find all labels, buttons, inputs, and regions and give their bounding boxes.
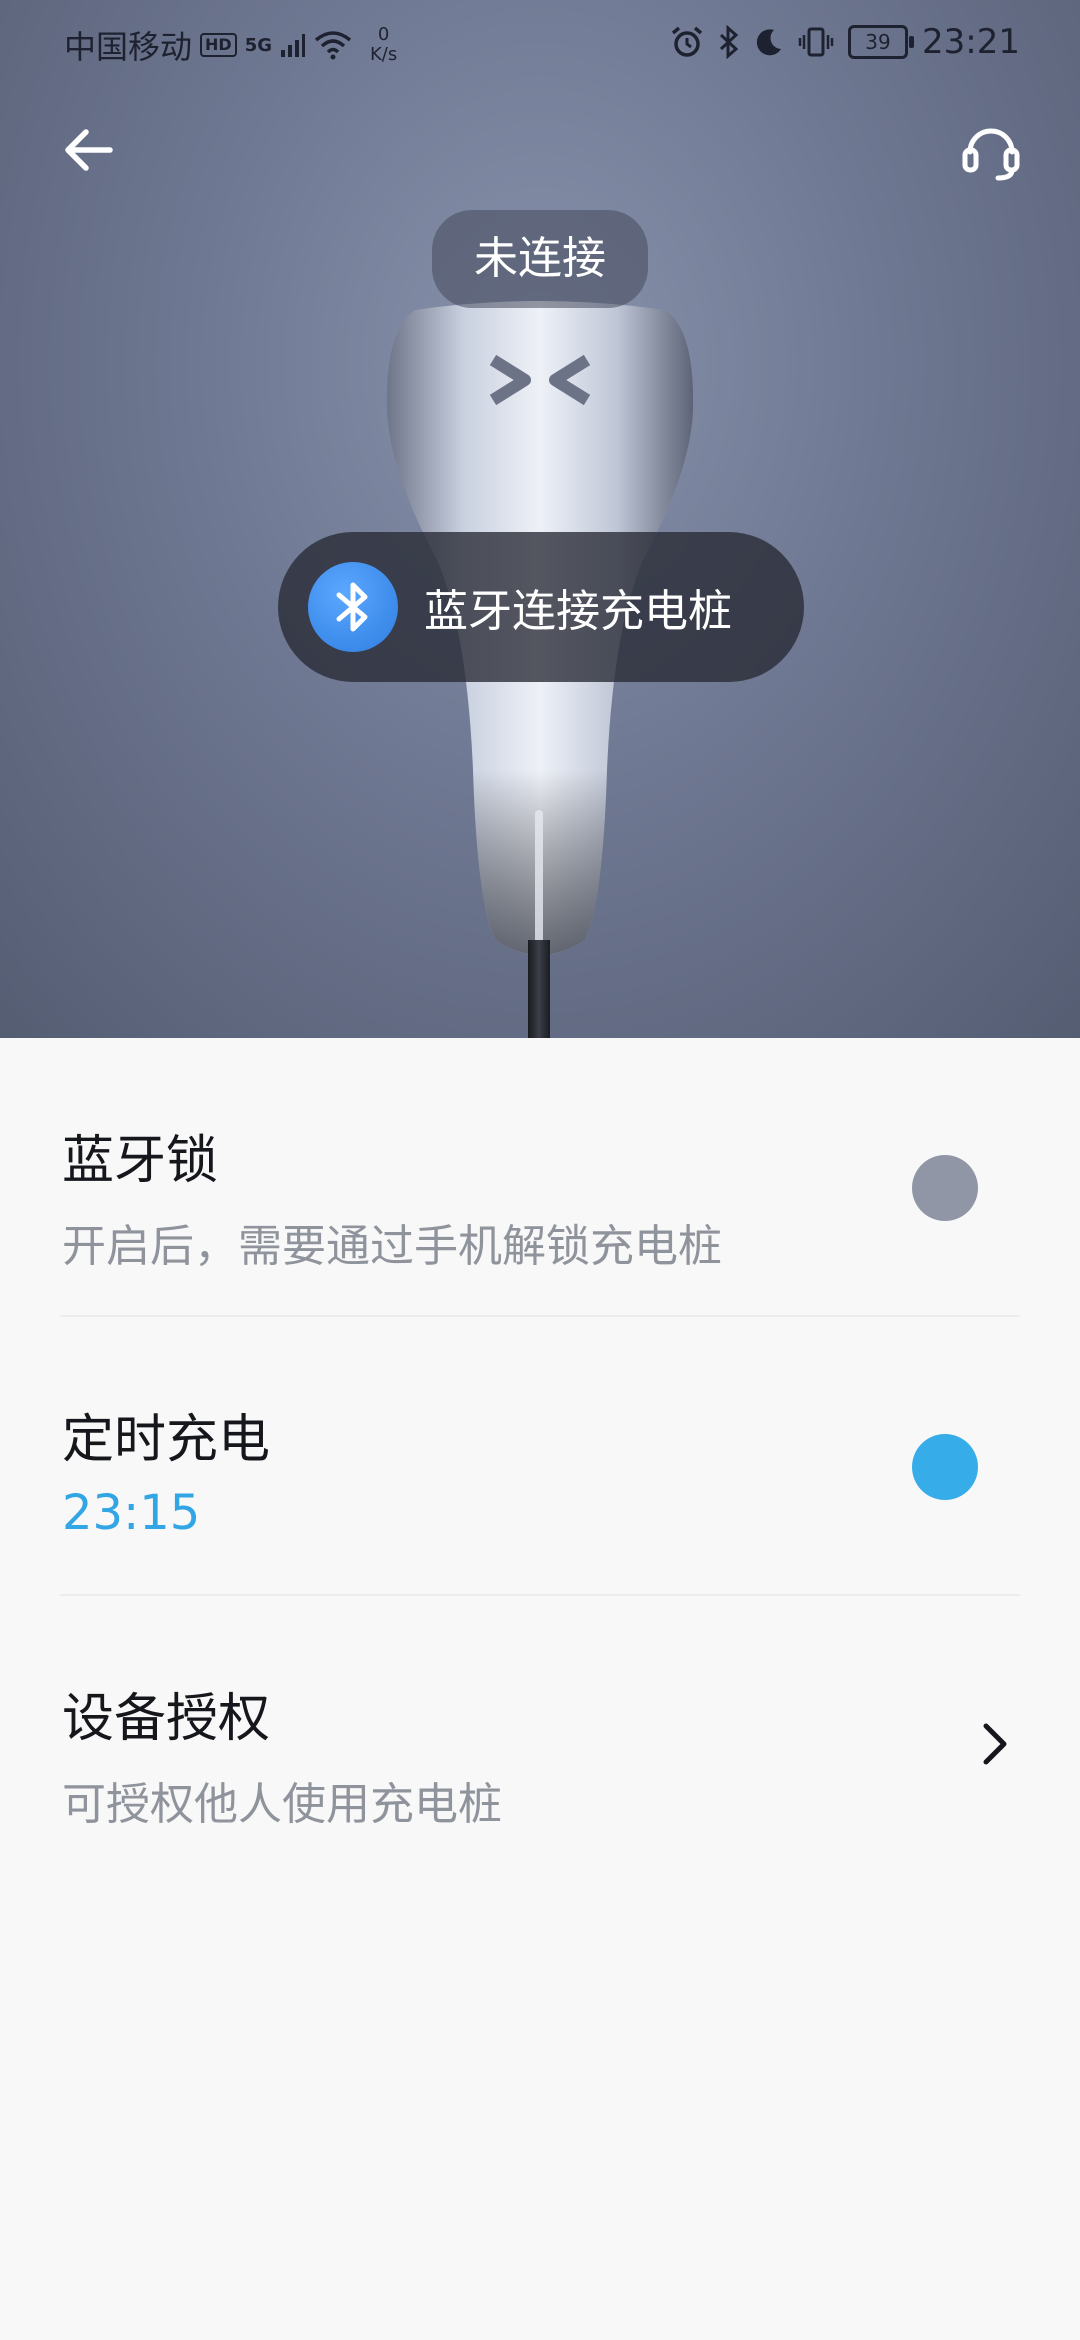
bluetooth-lock-toggle[interactable] — [912, 1155, 978, 1221]
network-type-label: 5G — [244, 34, 272, 56]
hd-badge: HD — [200, 33, 237, 57]
status-bar: 中国移动 HD 5G 0 K/s 39 23:21 — [0, 0, 1080, 80]
bluetooth-icon — [336, 582, 368, 632]
bluetooth-status-icon — [719, 25, 739, 59]
settings-list: 蓝牙锁 开启后，需要通过手机解锁充电桩 定时充电 23:15 设备授权 可授权他… — [0, 1038, 1080, 1873]
wifi-icon — [314, 31, 352, 60]
charger-cable — [528, 940, 550, 1038]
setting-title: 蓝牙锁 — [62, 1131, 219, 1191]
signal-icon — [281, 34, 305, 57]
bluetooth-icon-circle — [308, 562, 398, 652]
connection-status-badge: 未连接 — [432, 210, 648, 308]
moon-icon — [756, 29, 782, 56]
back-button[interactable] — [58, 120, 128, 180]
setting-subtitle: 开启后，需要通过手机解锁充电桩 — [62, 1221, 722, 1272]
headset-icon — [962, 128, 1020, 181]
carrier-label: 中国移动 — [64, 28, 193, 66]
vibrate-icon — [798, 27, 834, 57]
setting-title: 设备授权 — [62, 1689, 271, 1749]
setting-row-device-authorization[interactable]: 设备授权 可授权他人使用充电桩 — [60, 1596, 1020, 1873]
battery-indicator: 39 — [848, 25, 915, 59]
network-speed: 0 K/s — [370, 25, 397, 65]
arrow-left-icon — [65, 129, 113, 171]
alarm-icon — [671, 26, 703, 57]
setting-row-scheduled-charging: 定时充电 23:15 — [60, 1317, 1020, 1596]
setting-subtitle: 可授权他人使用充电桩 — [62, 1779, 502, 1830]
chevron-right-icon — [983, 1723, 1007, 1765]
scheduled-time-value[interactable]: 23:15 — [62, 1485, 200, 1541]
setting-title: 定时充电 — [62, 1410, 271, 1470]
speed-value: 0 — [377, 24, 390, 45]
setting-row-bluetooth-lock: 蓝牙锁 开启后，需要通过手机解锁充电桩 — [60, 1038, 1020, 1317]
scheduled-charging-toggle[interactable] — [912, 1434, 978, 1500]
bluetooth-connect-button[interactable]: 蓝牙连接充电桩 — [278, 532, 804, 682]
hero-section: 中国移动 HD 5G 0 K/s 39 23:21 未连接 蓝牙连接充电桩 — [0, 0, 1080, 1038]
clock: 23:21 — [922, 22, 1020, 62]
bluetooth-connect-label: 蓝牙连接充电桩 — [424, 586, 732, 637]
speed-unit: K/s — [370, 44, 398, 65]
customer-support-button[interactable] — [958, 118, 1028, 188]
